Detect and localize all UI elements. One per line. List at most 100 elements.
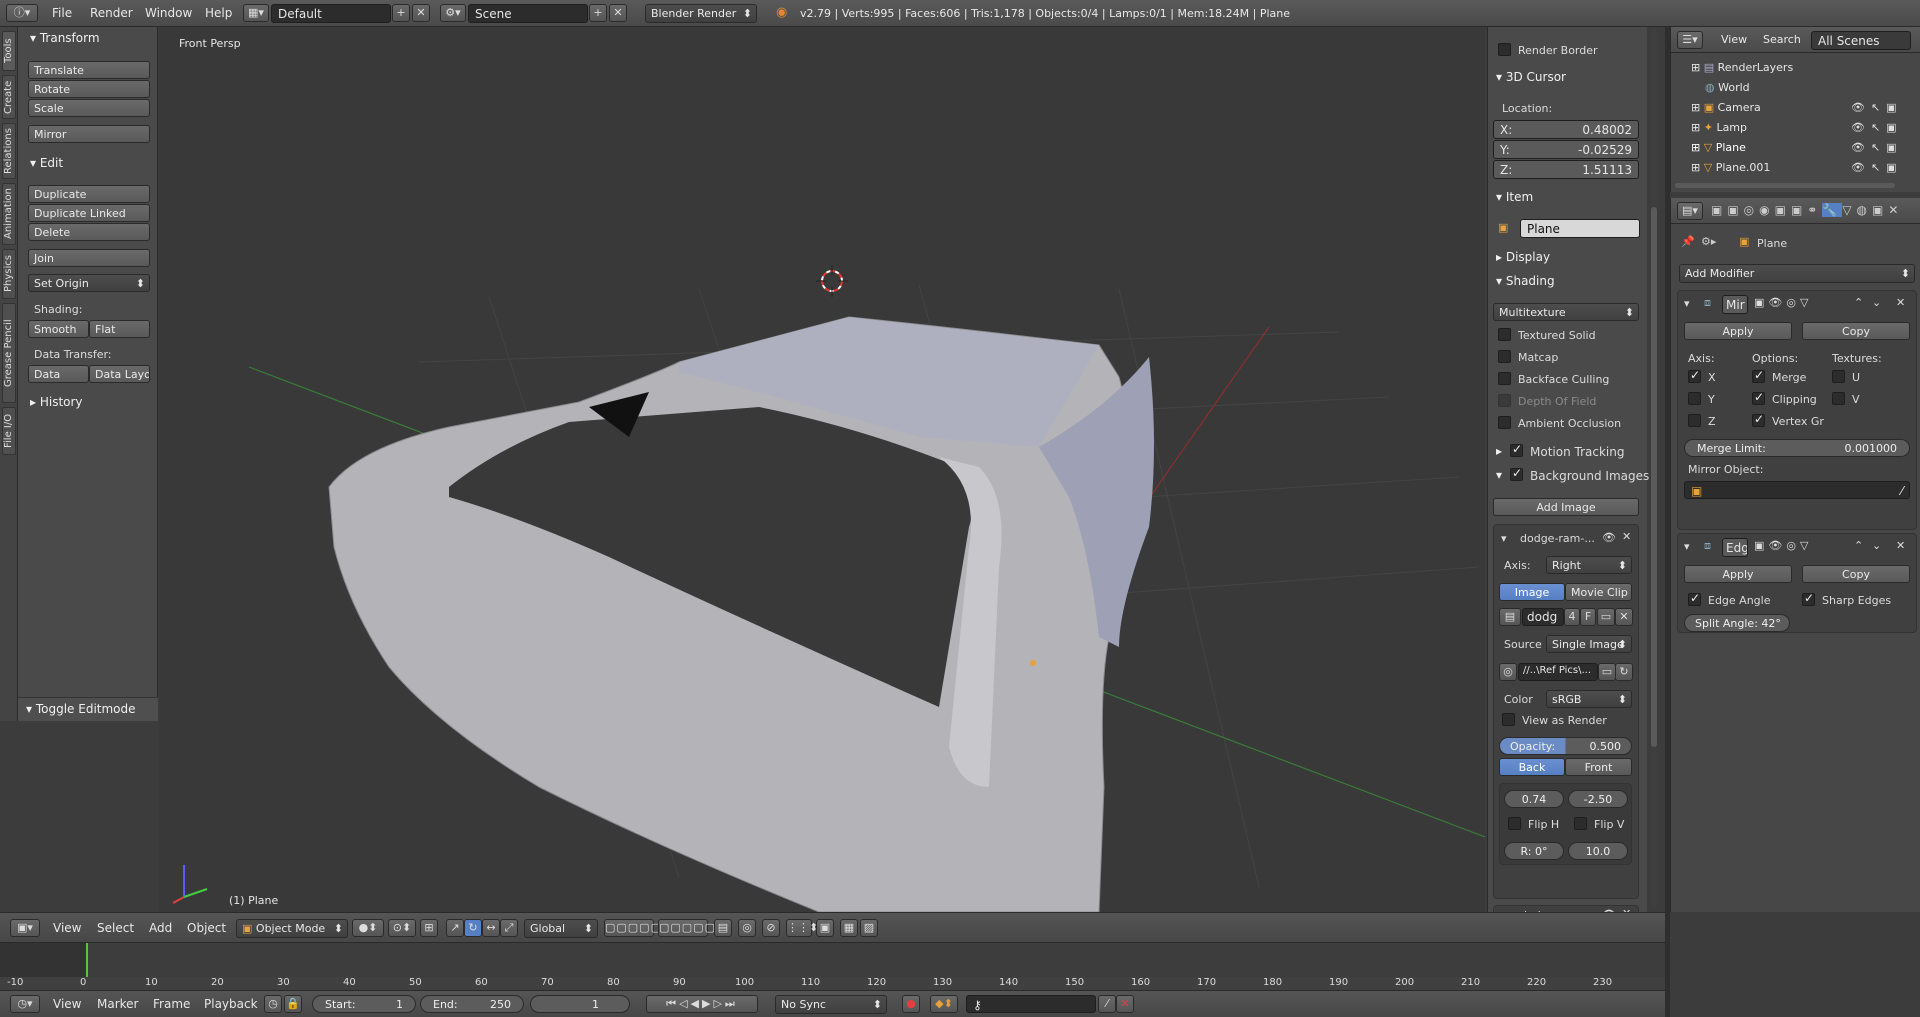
join-button[interactable]: Join bbox=[28, 249, 150, 267]
image-users-count[interactable]: 4 bbox=[1564, 608, 1580, 626]
opengl-render-anim-icon[interactable]: ▦ bbox=[840, 919, 858, 937]
unlink-image-icon[interactable]: ✕ bbox=[1615, 608, 1633, 626]
transform-orientation-select[interactable]: Global ⬍ bbox=[524, 919, 598, 938]
edge-split-modifier-display-icons[interactable]: ▣👁◎▽ bbox=[1754, 539, 1812, 552]
menu-playback[interactable]: Playback bbox=[204, 997, 258, 1011]
current-frame-field[interactable]: 1 bbox=[530, 995, 630, 1013]
menu-timeline-view[interactable]: View bbox=[53, 997, 81, 1011]
editor-type-timeline-icon[interactable]: ◷▾ bbox=[10, 995, 40, 1013]
preview-range-icon[interactable]: ◷ bbox=[264, 995, 282, 1013]
history-panel-header[interactable]: ▸ History bbox=[30, 395, 83, 409]
pin-icon[interactable]: 📌 bbox=[1681, 235, 1695, 248]
delete-button[interactable]: Delete bbox=[28, 223, 150, 241]
add-modifier-select[interactable]: Add Modifier ⬍ bbox=[1679, 264, 1915, 283]
motion-tracking-checkbox[interactable] bbox=[1510, 442, 1523, 457]
manipulator-extra-icon[interactable]: ⤢ bbox=[500, 919, 518, 937]
mirror-apply-button[interactable]: Apply bbox=[1684, 322, 1792, 340]
outliner-row-world[interactable]: ◍ World bbox=[1705, 81, 1750, 94]
pivot-point-icon[interactable]: ⊙⬍ bbox=[388, 919, 416, 937]
current-frame-indicator[interactable] bbox=[86, 943, 88, 977]
outliner-search-menu[interactable]: Search bbox=[1763, 33, 1801, 46]
menu-render[interactable]: Render bbox=[90, 6, 133, 20]
lock-range-icon[interactable]: 🔒 bbox=[284, 995, 302, 1013]
viewport-shading-icon[interactable]: ●⬍ bbox=[352, 919, 384, 937]
image-name-field[interactable]: dodg bbox=[1522, 608, 1564, 626]
active-keying-set-field[interactable]: ⚷ bbox=[966, 995, 1096, 1013]
interaction-mode-select[interactable]: ▣ Object Mode ⬍ bbox=[236, 919, 348, 938]
file-browse-icon[interactable]: ▭ bbox=[1598, 663, 1616, 681]
render-border-checkbox[interactable] bbox=[1498, 43, 1511, 56]
back-button[interactable]: Back bbox=[1499, 758, 1565, 776]
reload-icon[interactable]: ↻ bbox=[1615, 663, 1633, 681]
size-field[interactable]: 10.0 bbox=[1568, 842, 1628, 860]
area-divider[interactable] bbox=[1665, 27, 1670, 1017]
set-origin-select[interactable]: Set Origin ⬍ bbox=[28, 274, 150, 292]
camera-visibility-icons[interactable]: 👁↖▣ bbox=[1851, 101, 1903, 114]
ambient-occlusion-checkbox[interactable] bbox=[1498, 416, 1511, 429]
display-mode-select[interactable]: All Scenes bbox=[1811, 31, 1911, 50]
menu-help[interactable]: Help bbox=[205, 6, 232, 20]
tab-animation[interactable]: Animation bbox=[2, 183, 16, 245]
translate-button[interactable]: Translate bbox=[28, 61, 150, 79]
editor-type-properties-icon[interactable]: ▤▾ bbox=[1677, 202, 1703, 220]
outliner-h-scrollbar[interactable] bbox=[1675, 183, 1895, 188]
opacity-slider[interactable]: Opacity: 0.500 bbox=[1499, 737, 1632, 755]
mirror-modifier-display-icons[interactable]: ▣👁◎▽ bbox=[1754, 296, 1812, 309]
shading-panel-header[interactable]: ▾ Shading bbox=[1496, 274, 1555, 288]
snap-toggle-icon[interactable]: ⊘ bbox=[762, 919, 780, 937]
collapse-arrow-icon[interactable]: ▾ bbox=[1684, 540, 1690, 553]
layer-buttons-2-icon[interactable]: ▢▢▢▢▢ bbox=[658, 919, 715, 937]
item-name-field[interactable]: Plane bbox=[1520, 219, 1640, 238]
car-body-mesh[interactable] bbox=[328, 316, 1154, 912]
edge-angle-checkbox[interactable] bbox=[1688, 591, 1701, 606]
manipulator-scale-icon[interactable]: ↔ bbox=[482, 919, 500, 937]
menu-file[interactable]: File bbox=[52, 6, 72, 20]
editor-type-3dview-icon[interactable]: ▣▾ bbox=[10, 919, 40, 937]
depth-of-field-checkbox[interactable] bbox=[1498, 394, 1511, 407]
duplicate-button[interactable]: Duplicate bbox=[28, 185, 150, 203]
move-up-icon[interactable]: ⌃ bbox=[1854, 539, 1863, 552]
remove-modifier-icon[interactable]: ✕ bbox=[1896, 539, 1905, 552]
texture-u-checkbox[interactable] bbox=[1832, 370, 1845, 383]
display-panel-header[interactable]: ▸ Display bbox=[1496, 250, 1550, 264]
textured-solid-checkbox[interactable] bbox=[1498, 328, 1511, 341]
menu-frame[interactable]: Frame bbox=[153, 997, 190, 1011]
add-layout-icon[interactable]: + bbox=[392, 4, 410, 22]
remove-scene-icon[interactable]: ✕ bbox=[609, 4, 627, 22]
last-operator-panel[interactable]: ▾ Toggle Editmode bbox=[18, 697, 158, 721]
data-layout-button[interactable]: Data Layo bbox=[89, 365, 150, 383]
scale-button[interactable]: Scale bbox=[28, 99, 150, 117]
outliner-row-plane[interactable]: ⊞ ▽ Plane bbox=[1691, 141, 1746, 154]
motion-tracking-panel-header[interactable]: ▸ bbox=[1496, 444, 1502, 458]
vertex-groups-checkbox[interactable] bbox=[1752, 412, 1765, 427]
tab-relations[interactable]: Relations bbox=[2, 123, 16, 179]
cursor-x-field[interactable]: X: 0.48002 bbox=[1493, 120, 1639, 139]
fake-user-button[interactable]: F bbox=[1580, 608, 1596, 626]
proportional-edit-icon[interactable]: ◎ bbox=[738, 919, 756, 937]
tab-grease-pencil[interactable]: Grease Pencil bbox=[2, 303, 16, 403]
tab-physics[interactable]: Physics bbox=[2, 249, 16, 299]
flat-button[interactable]: Flat bbox=[89, 320, 150, 338]
end-frame-field[interactable]: End: 250 bbox=[420, 995, 524, 1013]
item-panel-header[interactable]: ▾ Item bbox=[1496, 190, 1533, 204]
editor-type-outliner-icon[interactable]: ☰▾ bbox=[1677, 31, 1703, 49]
edge-split-apply-button[interactable]: Apply bbox=[1684, 565, 1792, 583]
remove-modifier-icon[interactable]: ✕ bbox=[1896, 296, 1905, 309]
menu-view[interactable]: View bbox=[53, 921, 81, 935]
split-angle-field[interactable]: Split Angle: 42° bbox=[1684, 614, 1790, 632]
offset-y-field[interactable]: -2.50 bbox=[1568, 790, 1628, 808]
tab-movie-clip[interactable]: Movie Clip bbox=[1565, 583, 1632, 601]
snap-element-icon[interactable]: ⋮⋮⬍ bbox=[786, 919, 818, 937]
offset-x-field[interactable]: 0.74 bbox=[1504, 790, 1564, 808]
manipulator-toggle-icon[interactable]: ⊞ bbox=[420, 919, 438, 937]
extra-tool-icon[interactable]: ▨ bbox=[860, 919, 878, 937]
sync-mode-select[interactable]: No Sync ⬍ bbox=[775, 995, 887, 1014]
texture-v-checkbox[interactable] bbox=[1832, 392, 1845, 405]
outliner-row-renderlayers[interactable]: ⊞ ▤ RenderLayers bbox=[1691, 61, 1793, 74]
tab-image[interactable]: Image bbox=[1499, 583, 1565, 601]
add-scene-icon[interactable]: + bbox=[589, 4, 607, 22]
clipping-checkbox[interactable] bbox=[1752, 390, 1765, 405]
edit-panel-header[interactable]: ▾ Edit bbox=[30, 156, 63, 170]
menu-window[interactable]: Window bbox=[145, 6, 192, 20]
data-button[interactable]: Data bbox=[28, 365, 89, 383]
